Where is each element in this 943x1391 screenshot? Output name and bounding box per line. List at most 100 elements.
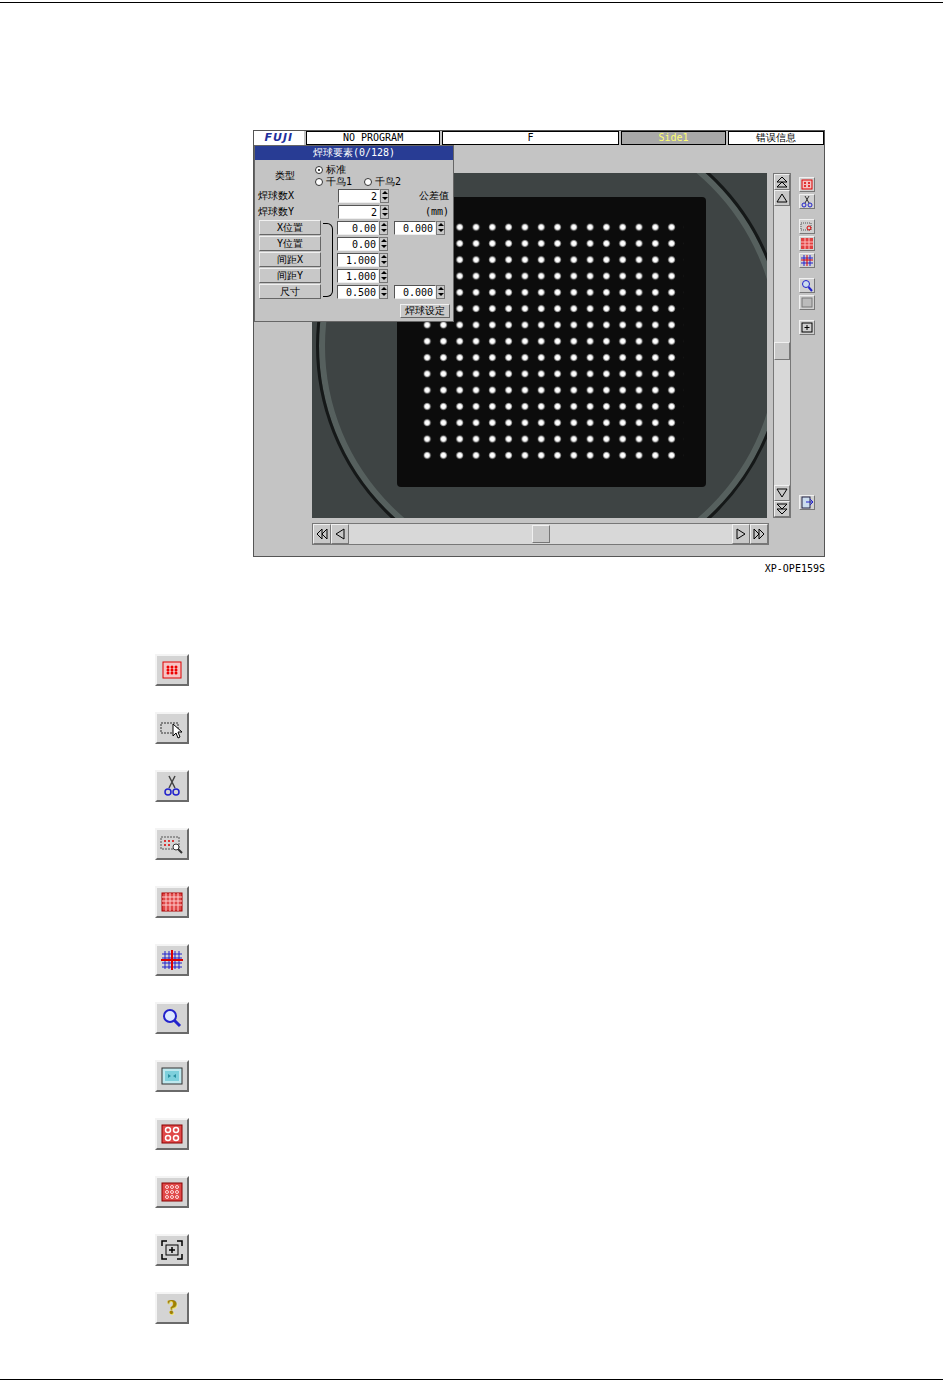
scroll-left-arrow-icon[interactable]	[331, 524, 349, 544]
value-input[interactable]	[338, 205, 380, 219]
param-row	[337, 268, 445, 284]
vertical-scrollbar[interactable]	[773, 173, 791, 518]
param-row	[337, 284, 445, 300]
program-field: NO PROGRAM	[306, 131, 441, 145]
spinner-button[interactable]	[379, 221, 388, 235]
type-row: 类型标准千鸟1 千鸟2	[255, 164, 453, 188]
tolerance-label: 公差值	[419, 190, 453, 202]
spinner-button[interactable]	[379, 269, 388, 283]
param-row	[337, 220, 445, 236]
brace	[323, 223, 333, 297]
ball-element-dialog: 焊球要素(0/128) 类型标准千鸟1 千鸟2 焊球数X 公差值焊球数Y (mm) X位置Y…	[254, 145, 454, 322]
toolbar	[767, 173, 824, 518]
spinner-button[interactable]	[379, 237, 388, 251]
fit-view-icon[interactable]	[799, 320, 815, 335]
count-label: 焊球数X	[255, 190, 338, 202]
value-field	[338, 189, 389, 203]
spinner-button[interactable]	[379, 253, 388, 267]
title-bar: FUJINO PROGRAMFSide1错误信息	[254, 131, 824, 145]
value-field	[337, 285, 388, 299]
bottom-bar	[254, 518, 824, 557]
value-input[interactable]	[394, 285, 436, 299]
zoom-grid-icon[interactable]	[155, 828, 189, 860]
value-input[interactable]	[337, 221, 379, 235]
spinner-button[interactable]	[380, 189, 389, 203]
crosshair-grid-icon[interactable]	[155, 944, 189, 976]
ball-grid-icon[interactable]	[799, 177, 815, 192]
scroll-track[interactable]	[349, 524, 732, 544]
param-button[interactable]: Y位置	[259, 236, 321, 251]
tool-icons	[799, 173, 817, 518]
value-field	[337, 237, 388, 251]
dense-balls-icon[interactable]	[155, 1176, 189, 1208]
value-input[interactable]	[337, 237, 379, 251]
monitor-icon[interactable]	[155, 1060, 189, 1092]
figure-caption: XP-OPE159S	[253, 561, 825, 576]
exit-icon[interactable]	[799, 495, 815, 510]
scroll-thumb[interactable]	[532, 525, 550, 543]
count-row: 焊球数Y (mm)	[255, 204, 453, 220]
spinner-button[interactable]	[436, 221, 445, 235]
fuji-logo: FUJI	[254, 131, 304, 145]
page-down-arrow-icon[interactable]	[774, 501, 790, 517]
radio-dot[interactable]	[315, 178, 323, 186]
screen-icon[interactable]	[799, 295, 815, 310]
param-button[interactable]: 间距Y	[259, 268, 321, 283]
horizontal-scrollbar[interactable]	[312, 523, 769, 545]
value-field	[338, 205, 389, 219]
value-input[interactable]	[338, 189, 380, 203]
count-row: 焊球数X 公差值	[255, 188, 453, 204]
value-input[interactable]	[394, 221, 436, 235]
scroll-thumb[interactable]	[774, 342, 790, 360]
type-radio[interactable]: 千鸟2	[364, 176, 401, 188]
magnifier-icon[interactable]	[799, 278, 815, 293]
spinner-button[interactable]	[380, 205, 389, 219]
radio-dot[interactable]	[364, 178, 372, 186]
scissors-icon[interactable]	[155, 770, 189, 802]
spinner-button[interactable]	[436, 285, 445, 299]
four-balls-icon[interactable]	[155, 1118, 189, 1150]
value-field	[337, 269, 388, 283]
manual-page: FUJINO PROGRAMFSide1错误信息焊球要素(0/128)类型标准千…	[0, 2, 943, 1380]
page-left-arrow-icon[interactable]	[313, 524, 331, 544]
select-area-icon[interactable]	[155, 712, 189, 744]
type-radio[interactable]: 千鸟1	[315, 176, 352, 188]
magnifier-icon[interactable]	[155, 1002, 189, 1034]
type-label: 类型	[255, 170, 315, 182]
param-button[interactable]: 尺寸	[259, 284, 321, 299]
mode-field: F	[442, 131, 618, 145]
param-row	[337, 252, 445, 268]
value-field	[337, 221, 388, 235]
ball-setting-button[interactable]: 焊球设定	[400, 304, 450, 318]
count-label: 焊球数Y	[255, 206, 338, 218]
red-grid-icon[interactable]	[155, 886, 189, 918]
scroll-up-arrow-icon[interactable]	[774, 190, 790, 206]
scroll-track[interactable]	[774, 206, 790, 485]
scroll-right-arrow-icon[interactable]	[732, 524, 750, 544]
value-field	[394, 221, 445, 235]
zoom-grid-icon[interactable]	[799, 219, 815, 234]
scroll-down-arrow-icon[interactable]	[774, 485, 790, 501]
error-info-button[interactable]: 错误信息	[728, 131, 824, 145]
value-input[interactable]	[337, 285, 379, 299]
help-icon[interactable]: ?	[155, 1292, 189, 1324]
radio-dot[interactable]	[315, 166, 323, 174]
screenshot: FUJINO PROGRAMFSide1错误信息焊球要素(0/128)类型标准千…	[253, 130, 825, 557]
fit-frame-icon[interactable]	[155, 1234, 189, 1266]
param-row	[337, 236, 445, 252]
crosshair-grid-icon[interactable]	[799, 253, 815, 268]
param-button[interactable]: X位置	[259, 220, 321, 235]
spinner-button[interactable]	[379, 285, 388, 299]
side-field: Side1	[621, 131, 727, 145]
page-right-arrow-icon[interactable]	[750, 524, 768, 544]
scissors-icon[interactable]	[799, 194, 815, 209]
dialog-title: 焊球要素(0/128)	[255, 146, 453, 160]
unit-label: (mm)	[425, 206, 453, 218]
page-up-arrow-icon[interactable]	[774, 174, 790, 190]
param-button[interactable]: 间距X	[259, 252, 321, 267]
value-input[interactable]	[337, 253, 379, 267]
red-grid-icon[interactable]	[799, 236, 815, 251]
ball-grid-icon[interactable]	[155, 654, 189, 686]
type-radio[interactable]: 标准	[315, 164, 346, 176]
value-input[interactable]	[337, 269, 379, 283]
